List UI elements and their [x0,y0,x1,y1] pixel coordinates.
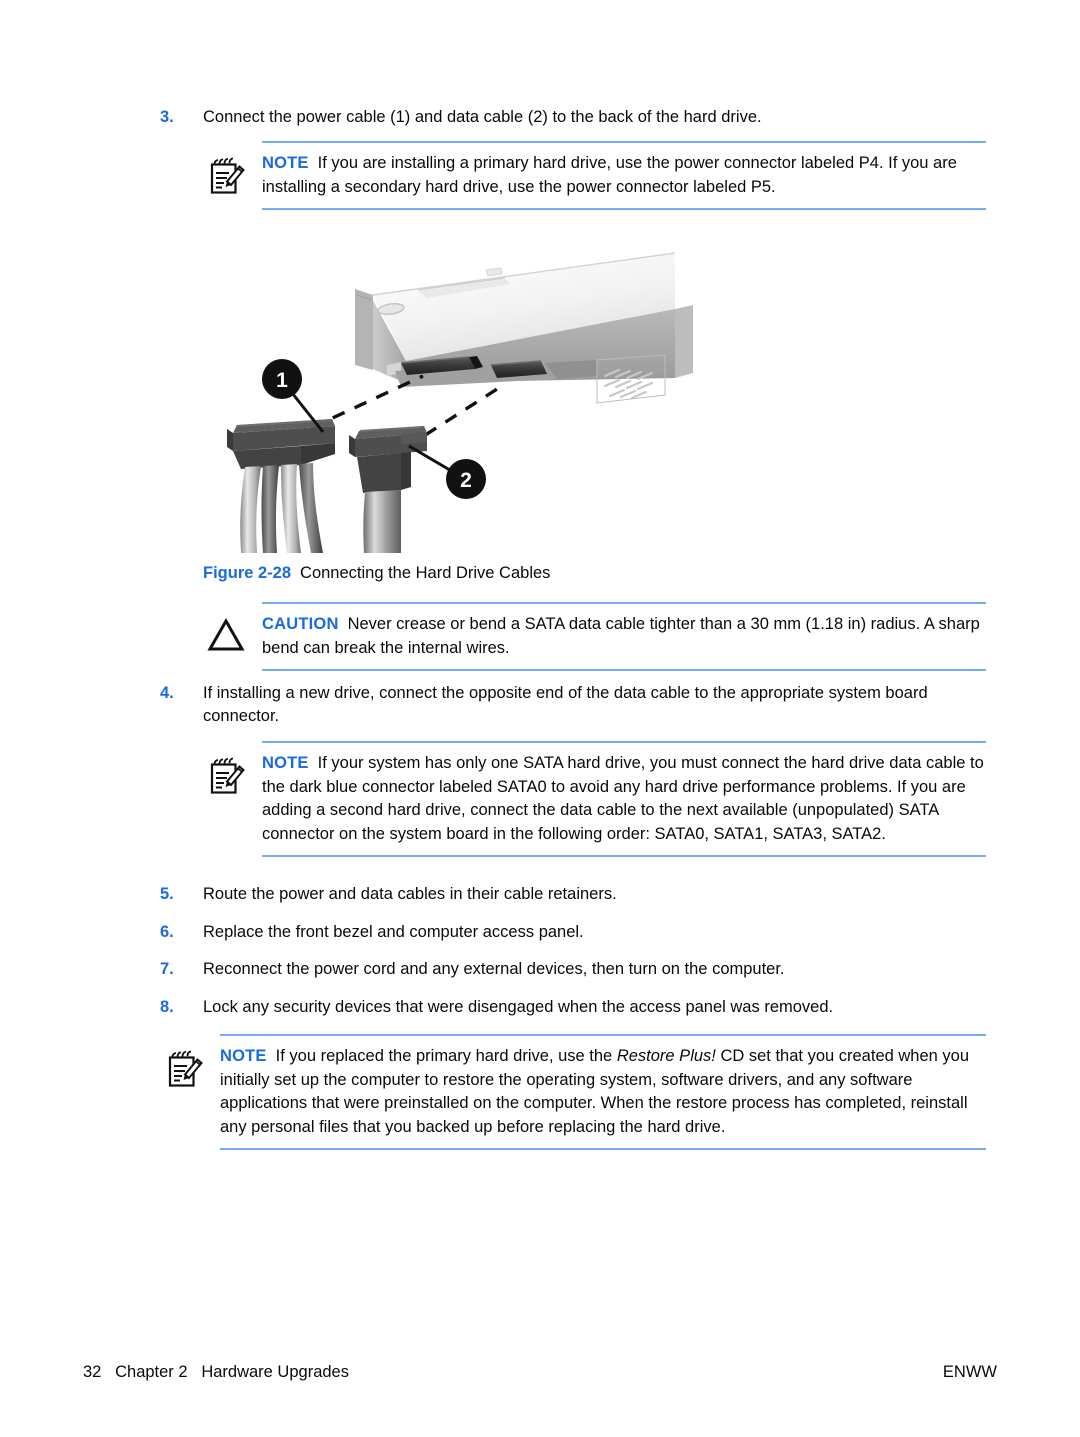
note-block-2: NOTE If your system has only one SATA har… [210,741,986,857]
step-number: 6. [160,923,174,941]
step-item-4: 4. If installing a new drive, connect th… [160,682,990,728]
document-page: 3. Connect the power cable (1) and data … [0,0,1080,1437]
step-item-7: 7. Reconnect the power cord and any exte… [160,958,990,981]
note-pencil-icon [207,152,262,198]
note-label: NOTE [220,1047,267,1065]
note-rule-bottom [262,208,986,210]
caution-block-1: CAUTION Never crease or bend a SATA data … [207,602,986,671]
figure-hard-drive-cables: 1 2 [205,243,695,553]
step-number: 3. [160,108,174,126]
step-text: Connect the power cable (1) and data cab… [203,108,762,126]
footer-locale-code: ENWW [942,1363,997,1381]
step-number: 8. [160,998,174,1016]
step-number: 7. [160,960,174,978]
step-number: 4. [160,684,174,702]
note-rule-bottom [220,1148,986,1150]
figure-number: Figure 2-28 [203,564,292,582]
figure-caption: Figure 2-28 Connecting the Hard Drive Cab… [203,562,550,584]
note-text: If your system has only one SATA hard dr… [262,754,984,843]
note-pencil-icon [207,752,262,798]
step-text: Lock any security devices that were dise… [203,998,834,1016]
note-label: NOTE [262,154,309,172]
caution-rule-bottom [262,669,986,671]
note-content: NOTE If your system has only one SATA har… [262,752,986,846]
note-rule-bottom [262,855,986,857]
step-text: Reconnect the power cord and any externa… [203,960,785,978]
footer-chapter-info: 32 Chapter 2 Hardware Upgrades [83,1363,349,1381]
step-number: 5. [160,885,174,903]
step-text: Replace the front bezel and computer acc… [203,923,584,941]
caution-label: CAUTION [262,615,339,633]
step-item-6: 6. Replace the front bezel and computer … [160,921,990,944]
caution-triangle-icon [207,613,262,653]
step-text: If installing a new drive, connect the o… [203,684,928,725]
step-item-8: 8. Lock any security devices that were d… [160,996,990,1019]
note-text-italic: Restore Plus! [616,1047,716,1065]
caution-text: Never crease or bend a SATA data cable t… [262,615,980,657]
note-label: NOTE [262,754,309,772]
step-text: Route the power and data cables in their… [203,885,617,903]
note-block-3: NOTE If you replaced the primary hard dri… [168,1034,986,1150]
svg-text:1: 1 [276,369,288,392]
note-content: NOTE If you are installing a primary hard… [262,152,986,199]
step-item-5: 5. Route the power and data cables in th… [160,883,990,906]
svg-text:2: 2 [460,469,472,492]
page-footer: 32 Chapter 2 Hardware Upgrades ENWW [0,1363,1080,1387]
caution-content: CAUTION Never crease or bend a SATA data … [262,613,986,660]
note-text-part1: If you replaced the primary hard drive, … [275,1047,617,1065]
note-text: If you are installing a primary hard dri… [262,154,957,196]
note-block-1: NOTE If you are installing a primary hard… [210,141,986,210]
figure-title: Connecting the Hard Drive Cables [300,564,551,582]
step-item-3: 3. Connect the power cable (1) and data … [160,106,990,129]
note-pencil-icon [165,1045,220,1091]
note-content: NOTE If you replaced the primary hard dri… [220,1045,986,1139]
